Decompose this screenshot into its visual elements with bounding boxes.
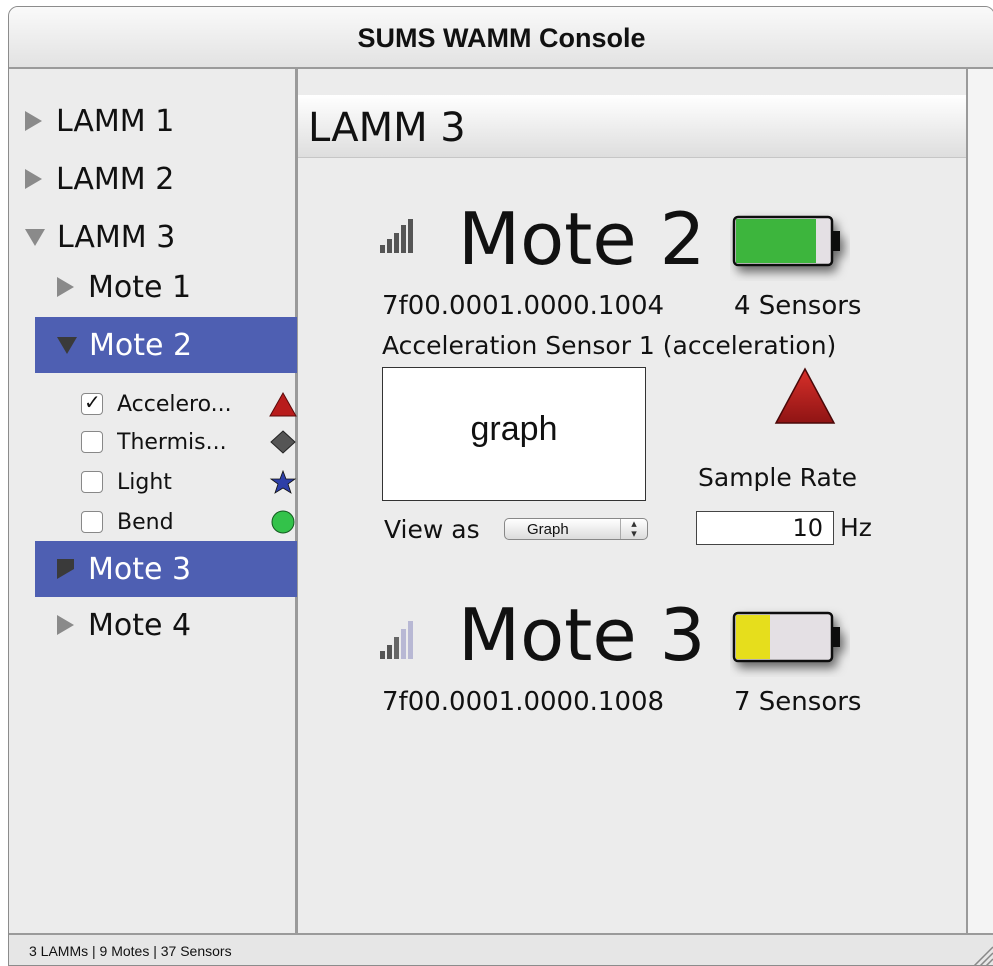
tree-item-label: Mote 4: [88, 607, 192, 643]
main-panel: LAMM 3 Mote 2 7f00.0001.0000.1004 4 Sens…: [298, 69, 966, 933]
disclosure-down-icon[interactable]: [57, 336, 77, 354]
disclosure-right-icon[interactable]: [57, 615, 74, 635]
status-bar: 3 LAMMs | 9 Motes | 37 Sensors: [9, 933, 993, 966]
resize-grip-icon[interactable]: [966, 939, 993, 966]
sample-rate-unit: Hz: [840, 513, 872, 542]
mote-id: 7f00.0001.0000.1004: [382, 291, 665, 321]
graph-area[interactable]: graph: [382, 367, 646, 501]
sensor-label: Thermis...: [117, 429, 227, 455]
tree-item-mote-1[interactable]: Mote 1: [57, 267, 191, 307]
sensor-label: Bend: [117, 509, 174, 535]
sensor-label: Light: [117, 469, 172, 495]
red-triangle-icon: [269, 391, 297, 417]
view-as-value: Graph: [527, 521, 569, 538]
tree-item-lamm-1[interactable]: LAMM 1: [25, 101, 174, 141]
sensor-checkbox[interactable]: ✓: [81, 390, 103, 415]
signal-strength-icon: [380, 621, 415, 659]
tree-item-label: Mote 2: [89, 327, 193, 363]
sample-rate-label: Sample Rate: [698, 463, 858, 492]
sensor-item-accelerometer[interactable]: ✓ Accelero...: [81, 389, 299, 419]
tree-item-lamm-3[interactable]: LAMM 3: [25, 217, 175, 257]
tree-item-mote-4[interactable]: Mote 4: [57, 605, 191, 645]
sensor-checkbox[interactable]: [81, 511, 103, 533]
tree-item-label: LAMM 3: [57, 219, 176, 255]
disclosure-right-icon[interactable]: [57, 277, 74, 297]
sensor-item-thermistor[interactable]: Thermis...: [81, 427, 299, 457]
disclosure-right-icon[interactable]: [25, 111, 42, 131]
window-title: SUMS WAMM Console: [357, 23, 646, 53]
sensor-label: Accelero...: [117, 391, 232, 417]
red-triangle-icon: [774, 367, 836, 424]
gray-diamond-icon: [270, 430, 296, 454]
mote-sensor-count: 4 Sensors: [734, 291, 862, 321]
tree-item-mote-3[interactable]: Mote 3: [35, 541, 297, 597]
vertical-scrollbar[interactable]: [966, 69, 993, 933]
sensor-description: Acceleration Sensor 1 (acceleration): [382, 331, 837, 360]
updown-arrows-icon: ▴ ▾: [620, 518, 647, 539]
mote-title: Mote 3: [458, 593, 706, 677]
sample-rate-input[interactable]: 10: [696, 511, 834, 545]
mote-title: Mote 2: [458, 197, 706, 281]
lamm-header: LAMM 3: [298, 95, 966, 158]
view-as-select[interactable]: Graph ▴ ▾: [504, 518, 648, 540]
lamm-header-title: LAMM 3: [308, 105, 466, 151]
title-bar[interactable]: SUMS WAMM Console: [9, 7, 993, 69]
blue-star-icon: [269, 469, 297, 494]
green-circle-icon: [271, 510, 295, 534]
sensor-checkbox[interactable]: [81, 431, 103, 453]
console-window: SUMS WAMM Console LAMM 1 LAMM 2 LAMM 3 M…: [8, 6, 993, 966]
sensor-checkbox[interactable]: [81, 471, 103, 493]
sensor-item-bend[interactable]: Bend: [81, 507, 299, 537]
disclosure-right-icon[interactable]: [25, 169, 42, 189]
mote-sensor-count: 7 Sensors: [734, 687, 862, 717]
tree-item-label: Mote 3: [88, 551, 192, 587]
sensor-item-light[interactable]: Light: [81, 467, 299, 497]
disclosure-right-icon[interactable]: [57, 559, 74, 579]
tree-item-label: Mote 1: [88, 269, 192, 305]
tree-item-lamm-2[interactable]: LAMM 2: [25, 159, 174, 199]
battery-low-icon: [732, 611, 840, 663]
tree-item-label: LAMM 1: [56, 103, 175, 139]
battery-full-icon: [732, 215, 840, 267]
view-as-label: View as: [384, 515, 480, 544]
signal-strength-icon: [380, 219, 415, 253]
mote-id: 7f00.0001.0000.1008: [382, 687, 665, 717]
sidebar-tree: LAMM 1 LAMM 2 LAMM 3 Mote 1 Mote 2 ✓ Acc…: [9, 69, 298, 933]
graph-placeholder-label: graph: [470, 410, 558, 448]
tree-item-label: LAMM 2: [56, 161, 175, 197]
status-text: 3 LAMMs | 9 Motes | 37 Sensors: [29, 943, 232, 959]
tree-item-mote-2[interactable]: Mote 2: [35, 317, 297, 373]
disclosure-down-icon[interactable]: [25, 228, 45, 246]
